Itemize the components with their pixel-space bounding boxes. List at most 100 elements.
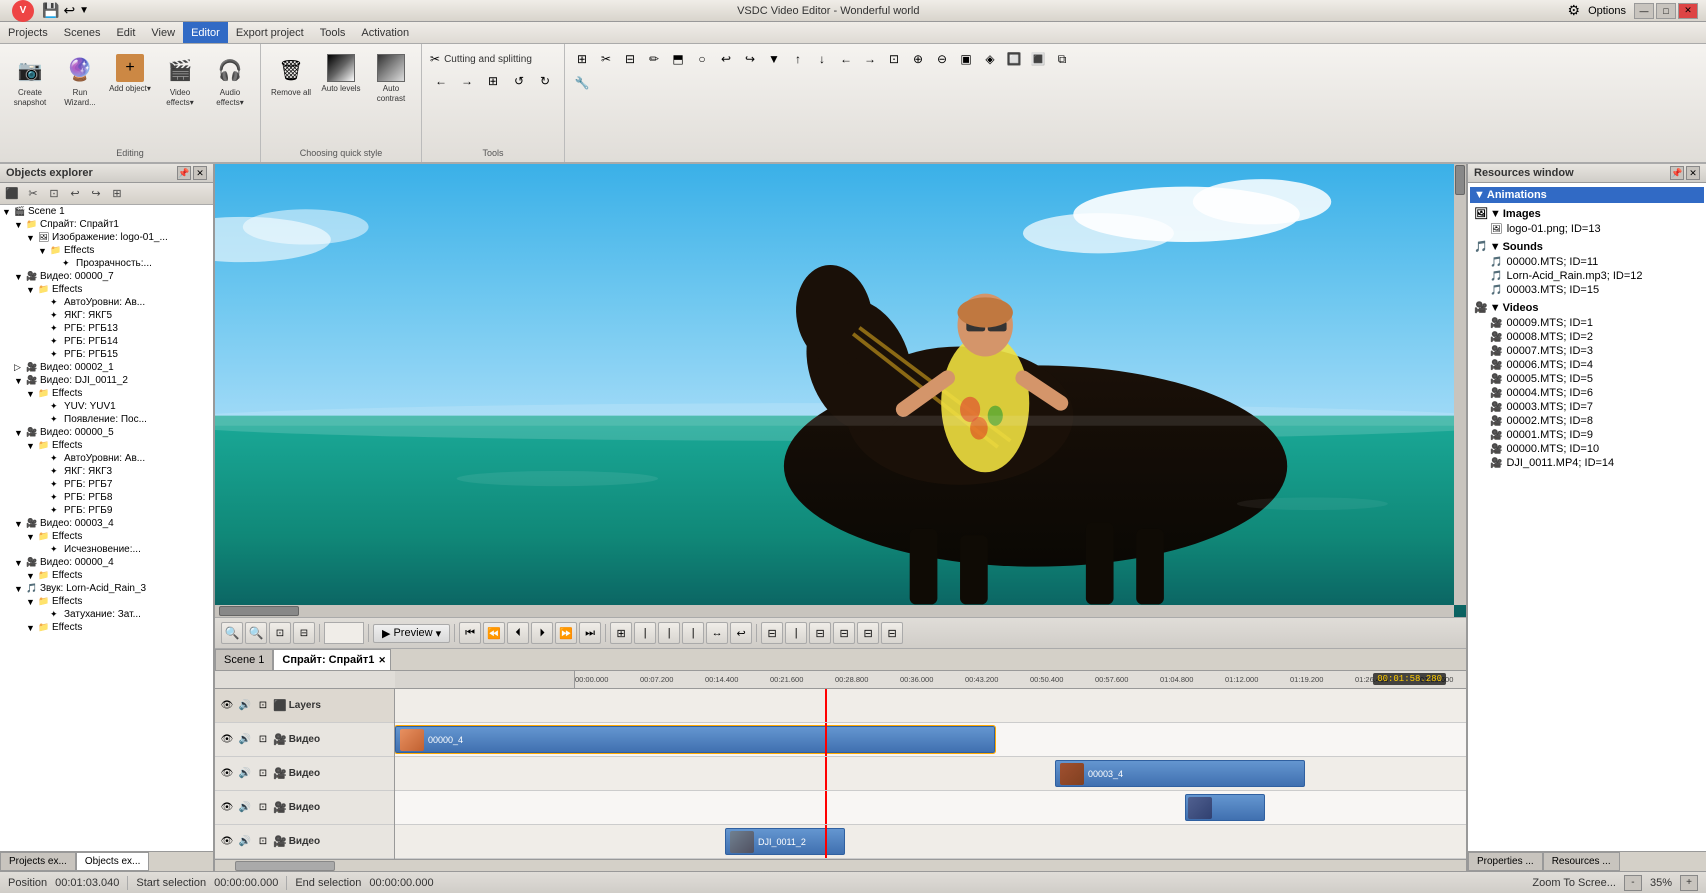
- tree-item-effects-1[interactable]: ▼ 📁 Effects: [0, 244, 213, 257]
- video-effects-button[interactable]: 🎬 Video effects▾: [156, 50, 204, 111]
- go-to-start-button[interactable]: ⏮: [459, 622, 481, 644]
- res-item-vid-dji[interactable]: 🎥 DJI_0011.MP4; ID=14: [1470, 456, 1704, 470]
- tree-item-ykg3[interactable]: ✦ ЯКГ: ЯКГ3: [0, 465, 213, 478]
- auto-contrast-button[interactable]: Auto contrast: [367, 50, 415, 107]
- options-button[interactable]: Options: [1588, 5, 1626, 17]
- timeline-btn-3[interactable]: |: [658, 622, 680, 644]
- zoom-select-button[interactable]: ⊟: [293, 622, 315, 644]
- video2-visibility-btn[interactable]: 👁: [219, 766, 235, 782]
- remove-all-button[interactable]: 🗑 Remove all: [267, 50, 315, 102]
- timeline-btn-6[interactable]: ↩: [730, 622, 752, 644]
- tree-item-fade[interactable]: ✦ Затухание: Зат...: [0, 608, 213, 621]
- timeline-btn-1[interactable]: ⊞: [610, 622, 632, 644]
- clip-small[interactable]: [1185, 794, 1265, 821]
- tb-icon-2[interactable]: ✂: [595, 48, 617, 70]
- stb-btn-6[interactable]: ⊞: [107, 185, 127, 203]
- tree-item-disappear[interactable]: ✦ Исчезновение:...: [0, 543, 213, 556]
- timeline-tab-sprite[interactable]: Спрайт: Спрайт1 ✕: [273, 649, 391, 670]
- res-item-vid-4[interactable]: 🎥 00006.MTS; ID=4: [1470, 358, 1704, 372]
- tb-icon-16[interactable]: ⊖: [931, 48, 953, 70]
- res-item-vid-1[interactable]: 🎥 00009.MTS; ID=1: [1470, 316, 1704, 330]
- expand-icon-effects7[interactable]: ▼: [26, 597, 38, 607]
- layers-audio-btn[interactable]: 🔊: [237, 698, 253, 714]
- menu-view[interactable]: View: [143, 22, 183, 43]
- tb-icon-9[interactable]: ▼: [763, 48, 785, 70]
- panel-tab-projects[interactable]: Projects ex...: [0, 852, 76, 871]
- expand-icon-effects1[interactable]: ▼: [38, 246, 50, 256]
- tree-item-effects-6[interactable]: ▼ 📁 Effects: [0, 569, 213, 582]
- auto-levels-button[interactable]: Auto levels: [317, 50, 365, 98]
- tb-icon-8[interactable]: ↪: [739, 48, 761, 70]
- tree-item-transparency[interactable]: ✦ Прозрачность:...: [0, 257, 213, 270]
- tree-item-video-dji[interactable]: ▼ 🎥 Видео: DJI_0011_2: [0, 374, 213, 387]
- tb-icon-7[interactable]: ↩: [715, 48, 737, 70]
- tree-item-effects-7[interactable]: ▼ 📁 Effects: [0, 595, 213, 608]
- expand-icon-effects5[interactable]: ▼: [26, 532, 38, 542]
- video1-audio-btn[interactable]: 🔊: [237, 732, 253, 748]
- expand-icon-sprite[interactable]: ▼: [14, 220, 26, 230]
- quick-access-save[interactable]: 💾: [42, 2, 59, 19]
- res-item-sound-3[interactable]: 🎵 00003.MTS; ID=15: [1470, 283, 1704, 297]
- layers-visibility-btn[interactable]: 👁: [219, 698, 235, 714]
- resources-tab[interactable]: Resources ...: [1543, 852, 1620, 871]
- res-group-animations-header[interactable]: ▼ Animations: [1470, 187, 1704, 203]
- tree-item-audio[interactable]: ▼ 🎵 Звук: Lorn-Acid_Rain_3: [0, 582, 213, 595]
- tree-item-yuv[interactable]: ✦ YUV: YUV1: [0, 400, 213, 413]
- tree-item-video3-4[interactable]: ▼ 🎥 Видео: 00003_4: [0, 517, 213, 530]
- tree-item-rgb8[interactable]: ✦ РГБ: РГБ8: [0, 491, 213, 504]
- tree-item-rgb9[interactable]: ✦ РГБ: РГБ9: [0, 504, 213, 517]
- zoom-in-button[interactable]: 🔍: [245, 622, 267, 644]
- maximize-button[interactable]: □: [1656, 3, 1676, 19]
- expand-icon-video34[interactable]: ▼: [14, 519, 26, 529]
- timeline-btn-10[interactable]: ⊟: [833, 622, 855, 644]
- expand-icon-effects4[interactable]: ▼: [26, 441, 38, 451]
- timeline-scroll-thumb[interactable]: [235, 861, 335, 871]
- tb-icon-14[interactable]: ⊡: [883, 48, 905, 70]
- menu-activation[interactable]: Activation: [353, 22, 417, 43]
- menu-editor[interactable]: Editor: [183, 22, 228, 43]
- rewind-button[interactable]: ⏴: [507, 622, 529, 644]
- video2-audio-btn[interactable]: 🔊: [237, 766, 253, 782]
- video3-audio-btn[interactable]: 🔊: [237, 800, 253, 816]
- tb-icon-4[interactable]: ✏: [643, 48, 665, 70]
- tree-item-effects-5[interactable]: ▼ 📁 Effects: [0, 530, 213, 543]
- expand-icon-videodji[interactable]: ▼: [14, 376, 26, 386]
- tb-icon-6[interactable]: ○: [691, 48, 713, 70]
- cut-right-button[interactable]: →: [456, 70, 478, 92]
- tree-item-effects-4[interactable]: ▼ 📁 Effects: [0, 439, 213, 452]
- cut-left-button[interactable]: ←: [430, 70, 452, 92]
- tree-item-effects-8[interactable]: ▼ 📁 Effects: [0, 621, 213, 634]
- tb-icon-20[interactable]: 🔳: [1027, 48, 1049, 70]
- tb-icon-21[interactable]: ⧉: [1051, 48, 1073, 70]
- fast-forward-button[interactable]: ⏩: [555, 622, 577, 644]
- zoom-plus-btn[interactable]: +: [1680, 875, 1698, 891]
- res-group-sounds-header[interactable]: 🎵 ▼ Sounds: [1470, 238, 1704, 255]
- timeline-hscrollbar[interactable]: [215, 859, 1466, 871]
- expand-icon-effects8[interactable]: ▼: [26, 623, 38, 633]
- properties-tab[interactable]: Properties ...: [1468, 852, 1543, 871]
- go-to-end-button[interactable]: ⏭: [579, 622, 601, 644]
- sprite-tab-close[interactable]: ✕: [378, 655, 386, 666]
- timeline-btn-2[interactable]: |: [634, 622, 656, 644]
- video4-audio-btn[interactable]: 🔊: [237, 834, 253, 850]
- tb-icon-3[interactable]: ⊟: [619, 48, 641, 70]
- undo-cut-button[interactable]: ↺: [508, 70, 530, 92]
- timeline-tab-scene1[interactable]: Scene 1: [215, 649, 273, 670]
- menu-projects[interactable]: Projects: [0, 22, 56, 43]
- tb-icon-13[interactable]: →: [859, 48, 881, 70]
- tree-item-scene1[interactable]: ▼ 🎬 Scene 1: [0, 205, 213, 218]
- create-snapshot-button[interactable]: 📷 Create snapshot: [6, 50, 54, 111]
- zoom-minus-btn[interactable]: -: [1624, 875, 1642, 891]
- res-item-vid-6[interactable]: 🎥 00004.MTS; ID=6: [1470, 386, 1704, 400]
- timeline-btn-12[interactable]: ⊟: [881, 622, 903, 644]
- tree-item-rgb15[interactable]: ✦ РГБ: РГБ15: [0, 348, 213, 361]
- video1-lock-btn[interactable]: ⊡: [255, 732, 271, 748]
- video1-visibility-btn[interactable]: 👁: [219, 732, 235, 748]
- expand-icon-scene1[interactable]: ▼: [2, 207, 14, 217]
- tree-item-rgb13[interactable]: ✦ РГБ: РГБ13: [0, 322, 213, 335]
- tree-item-appear[interactable]: ✦ Появление: Пос...: [0, 413, 213, 426]
- expand-icon-effects3[interactable]: ▼: [26, 389, 38, 399]
- expand-icon-effects6[interactable]: ▼: [26, 571, 38, 581]
- tree-item-rgb7[interactable]: ✦ РГБ: РГБ7: [0, 478, 213, 491]
- res-item-logo[interactable]: 🖼 logo-01.png; ID=13: [1470, 222, 1704, 236]
